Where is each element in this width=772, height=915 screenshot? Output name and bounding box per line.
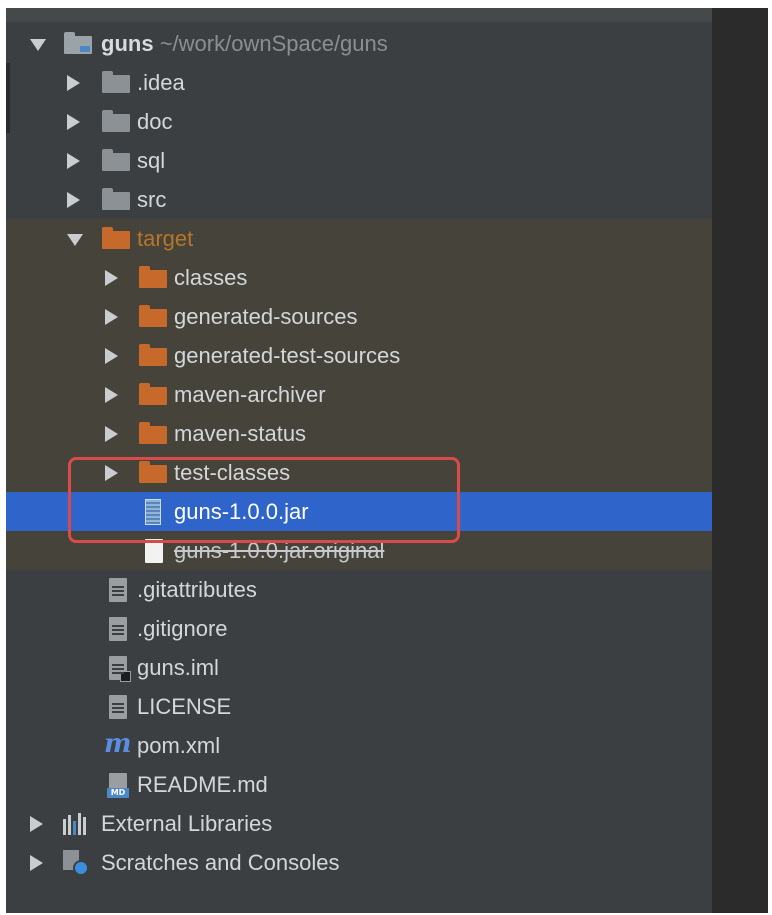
tree-row-iml[interactable]: guns.iml <box>6 648 712 687</box>
tree-item-label: maven-archiver <box>174 381 326 407</box>
tree-row-idea[interactable]: .idea <box>6 63 712 102</box>
project-tree[interactable]: guns ~/work/ownSpace/guns .idea doc sql … <box>6 24 712 882</box>
scratches-icon <box>63 849 91 876</box>
library-icon <box>63 812 91 835</box>
tree-item-label: Scratches and Consoles <box>101 849 340 875</box>
collapse-arrow-icon[interactable] <box>67 191 80 208</box>
folder-icon <box>102 187 130 210</box>
tree-row-generated-test-sources[interactable]: generated-test-sources <box>6 336 712 375</box>
tree-item-label: classes <box>174 264 248 290</box>
expand-arrow-icon[interactable] <box>30 38 46 51</box>
tree-row-jar-original[interactable]: guns-1.0.0.jar.original <box>6 531 712 570</box>
tree-row-gitattributes[interactable]: .gitattributes <box>6 570 712 609</box>
tree-item-label: guns-1.0.0.jar.original <box>174 537 385 563</box>
markdown-file-icon: MD <box>107 772 129 798</box>
tree-row-doc[interactable]: doc <box>6 102 712 141</box>
excluded-folder-icon <box>139 343 167 366</box>
collapse-arrow-icon[interactable] <box>105 347 118 364</box>
tree-row-gitignore[interactable]: .gitignore <box>6 609 712 648</box>
tree-item-label: guns-1.0.0.jar <box>174 498 309 524</box>
maven-icon: m <box>104 728 132 759</box>
excluded-folder-icon <box>139 421 167 444</box>
tree-row-license[interactable]: LICENSE <box>6 687 712 726</box>
project-tool-window: guns ~/work/ownSpace/guns .idea doc sql … <box>6 8 768 913</box>
tree-row-maven-status[interactable]: maven-status <box>6 414 712 453</box>
tree-row-external-libraries[interactable]: External Libraries <box>6 804 712 843</box>
tree-item-label: sql <box>137 147 166 173</box>
jar-archive-icon <box>145 498 161 525</box>
collapse-arrow-icon[interactable] <box>30 854 43 871</box>
tree-item-label: generated-test-sources <box>174 342 401 368</box>
tool-window-header <box>6 8 712 22</box>
text-file-icon <box>109 616 127 641</box>
tree-row-src[interactable]: src <box>6 180 712 219</box>
tree-item-label: External Libraries <box>101 810 273 836</box>
excluded-folder-icon <box>102 226 130 249</box>
project-folder-icon <box>64 31 92 54</box>
module-file-icon <box>109 655 131 682</box>
tree-row-maven-archiver[interactable]: maven-archiver <box>6 375 712 414</box>
md-badge: MD <box>107 787 129 798</box>
collapse-arrow-icon[interactable] <box>30 815 43 832</box>
tree-row-jar-selected[interactable]: guns-1.0.0.jar <box>6 492 712 531</box>
tree-row-test-classes[interactable]: test-classes <box>6 453 712 492</box>
tree-item-label: src <box>137 186 167 212</box>
collapse-arrow-icon[interactable] <box>67 74 80 91</box>
tree-item-label: .gitignore <box>137 615 228 641</box>
tree-item-label: .idea <box>137 69 185 95</box>
tree-item-label: LICENSE <box>137 693 232 719</box>
tree-item-label: guns.iml <box>137 654 219 680</box>
editor-area <box>712 8 768 913</box>
folder-icon <box>102 70 130 93</box>
tree-item-label: target <box>137 225 194 251</box>
tree-item-label: pom.xml <box>137 732 221 758</box>
tree-row-readme[interactable]: MD README.md <box>6 765 712 804</box>
tree-item-label: README.md <box>137 771 268 797</box>
collapse-arrow-icon[interactable] <box>67 113 80 130</box>
excluded-folder-icon <box>139 265 167 288</box>
tree-item-label: generated-sources <box>174 303 358 329</box>
collapse-arrow-icon[interactable] <box>105 269 118 286</box>
excluded-folder-icon <box>139 460 167 483</box>
tree-row-generated-sources[interactable]: generated-sources <box>6 297 712 336</box>
expand-arrow-icon[interactable] <box>67 233 83 246</box>
tree-row-project-root[interactable]: guns ~/work/ownSpace/guns <box>6 24 712 63</box>
tree-item-label: .gitattributes <box>137 576 257 602</box>
folder-icon <box>102 109 130 132</box>
text-file-icon <box>109 694 127 719</box>
tree-row-scratches[interactable]: Scratches and Consoles <box>6 843 712 882</box>
project-name: guns <box>101 30 154 56</box>
tree-item-label: test-classes <box>174 459 291 485</box>
file-icon <box>145 538 163 563</box>
tree-item-label: doc <box>137 108 173 134</box>
excluded-folder-icon <box>139 304 167 327</box>
tree-item-label: maven-status <box>174 420 307 446</box>
tree-row-pom[interactable]: m pom.xml <box>6 726 712 765</box>
collapse-arrow-icon[interactable] <box>105 464 118 481</box>
text-file-icon <box>109 577 127 602</box>
folder-icon <box>102 148 130 171</box>
collapse-arrow-icon[interactable] <box>105 308 118 325</box>
tree-row-sql[interactable]: sql <box>6 141 712 180</box>
tree-row-classes[interactable]: classes <box>6 258 712 297</box>
project-path: ~/work/ownSpace/guns <box>159 30 388 56</box>
tree-row-target[interactable]: target <box>6 219 712 258</box>
collapse-arrow-icon[interactable] <box>105 386 118 403</box>
collapse-arrow-icon[interactable] <box>67 152 80 169</box>
excluded-folder-icon <box>139 382 167 405</box>
collapse-arrow-icon[interactable] <box>105 425 118 442</box>
